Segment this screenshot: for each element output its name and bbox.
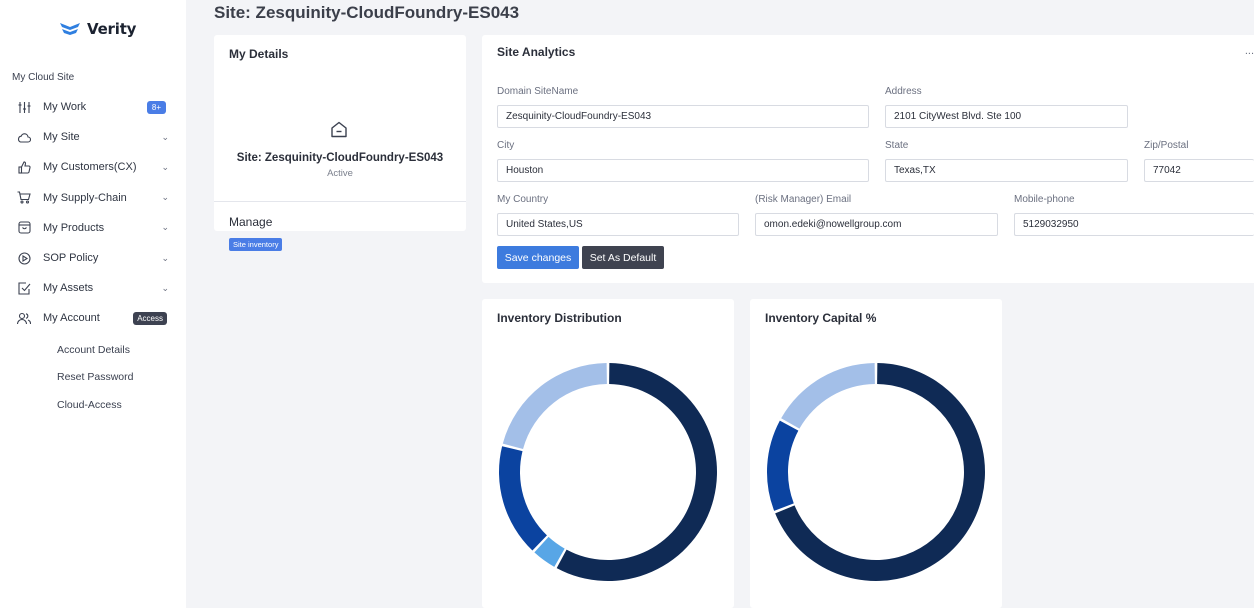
sliders-icon <box>17 100 31 114</box>
email-field[interactable]: omon.edeki@nowellgroup.com <box>755 213 998 236</box>
sidebar: Verity My Cloud Site My Work 8+ My Site … <box>0 0 186 608</box>
set-as-default-button[interactable]: Set As Default <box>582 246 664 269</box>
donut-slice[interactable] <box>499 446 547 551</box>
domain-field[interactable]: Zesquinity-CloudFoundry-ES043 <box>497 105 869 128</box>
chevron-down-icon: ⌄ <box>161 131 169 142</box>
sidebar-item-my-assets[interactable]: My Assets ⌄ <box>0 273 186 303</box>
cart-icon <box>17 191 31 205</box>
sidebar-item-label: My Supply-Chain <box>43 191 127 204</box>
logo-text: Verity <box>87 20 137 38</box>
donut-slice[interactable] <box>556 363 717 581</box>
sidebar-item-my-account[interactable]: My Account Access <box>0 303 186 333</box>
section-label: My Cloud Site <box>12 72 75 83</box>
sidebar-item-my-site[interactable]: My Site ⌄ <box>0 122 186 152</box>
checkbox-icon <box>17 281 31 295</box>
access-badge: Access <box>133 311 167 325</box>
verity-logo-icon <box>60 23 80 35</box>
address-label: Address <box>885 86 922 97</box>
users-icon <box>17 311 31 325</box>
phone-label: Mobile-phone <box>1014 194 1075 205</box>
donut-slice[interactable] <box>502 363 607 450</box>
state-field[interactable]: Texas,TX <box>885 159 1128 182</box>
sidebar-item-my-customers[interactable]: My Customers(CX) ⌄ <box>0 152 186 182</box>
chevron-down-icon: ⌄ <box>161 222 169 233</box>
cloud-icon <box>17 130 31 144</box>
country-field[interactable]: United States,US <box>497 213 739 236</box>
chevron-down-icon: ⌄ <box>161 192 169 203</box>
zip-label: Zip/Postal <box>1144 140 1189 151</box>
sidebar-item-my-supply-chain[interactable]: My Supply-Chain ⌄ <box>0 183 186 213</box>
site-status: Active <box>327 168 353 179</box>
chevron-down-icon: ⌄ <box>161 252 169 263</box>
sidebar-item-label: SOP Policy <box>43 252 99 265</box>
sidebar-item-label: My Account <box>43 312 100 325</box>
chevron-down-icon: ⌄ <box>161 282 169 293</box>
page-title: Site: Zesquinity-CloudFoundry-ES043 <box>214 3 520 22</box>
subnav-cloud-access[interactable]: Cloud-Access <box>57 391 133 419</box>
phone-field[interactable]: 5129032950 <box>1014 213 1254 236</box>
city-label: City <box>497 140 515 151</box>
sidebar-nav: My Work 8+ My Site ⌄ My Customers(CX) ⌄ … <box>0 92 186 334</box>
work-count-badge: 8+ <box>146 100 166 114</box>
country-label: My Country <box>497 194 549 205</box>
card-title: My Details <box>229 47 289 61</box>
email-label: (Risk Manager) Email <box>755 194 852 205</box>
site-inventory-badge[interactable]: Site inventory <box>229 238 283 251</box>
site-analytics-card: Site Analytics ... Domain SiteName Zesqu… <box>482 35 1254 283</box>
sidebar-item-label: My Customers(CX) <box>43 161 137 174</box>
manage-title: Manage <box>229 215 273 229</box>
divider <box>214 201 466 202</box>
donut-slice[interactable] <box>781 363 875 429</box>
policy-icon <box>17 251 31 265</box>
inventory-distribution-chart <box>499 363 717 581</box>
sidebar-item-my-work[interactable]: My Work 8+ <box>0 92 186 122</box>
domain-label: Domain SiteName <box>497 86 579 97</box>
inventory-distribution-card: Inventory Distribution <box>482 299 734 608</box>
save-changes-button[interactable]: Save changes <box>497 246 579 269</box>
address-field[interactable]: 2101 CityWest Blvd. Ste 100 <box>885 105 1128 128</box>
donut-slice[interactable] <box>767 420 799 511</box>
sidebar-item-label: My Site <box>43 131 80 144</box>
account-subnav: Account Details Reset Password Cloud-Acc… <box>57 336 133 419</box>
city-field[interactable]: Houston <box>497 159 869 182</box>
home-icon <box>330 121 348 143</box>
inventory-capital-card: Inventory Capital % <box>750 299 1002 608</box>
box-icon <box>17 221 31 235</box>
sidebar-item-my-products[interactable]: My Products ⌄ <box>0 213 186 243</box>
thumbs-up-icon <box>17 160 31 174</box>
card-title: Site Analytics <box>497 45 576 59</box>
sidebar-item-label: My Products <box>43 221 105 234</box>
more-options-icon[interactable]: ... <box>1245 45 1254 57</box>
state-label: State <box>885 140 909 151</box>
subnav-reset-password[interactable]: Reset Password <box>57 364 133 392</box>
zip-field[interactable]: 77042 <box>1144 159 1254 182</box>
inventory-capital-chart <box>767 363 985 581</box>
chevron-down-icon: ⌄ <box>161 161 169 172</box>
sidebar-item-label: My Work <box>43 101 87 114</box>
site-name: Site: Zesquinity-CloudFoundry-ES043 <box>236 152 444 164</box>
my-details-card: My Details Site: Zesquinity-CloudFoundry… <box>214 35 466 251</box>
subnav-account-details[interactable]: Account Details <box>57 336 133 364</box>
sidebar-item-sop-policy[interactable]: SOP Policy ⌄ <box>0 243 186 273</box>
sidebar-item-label: My Assets <box>43 282 94 295</box>
logo[interactable]: Verity <box>58 18 136 40</box>
